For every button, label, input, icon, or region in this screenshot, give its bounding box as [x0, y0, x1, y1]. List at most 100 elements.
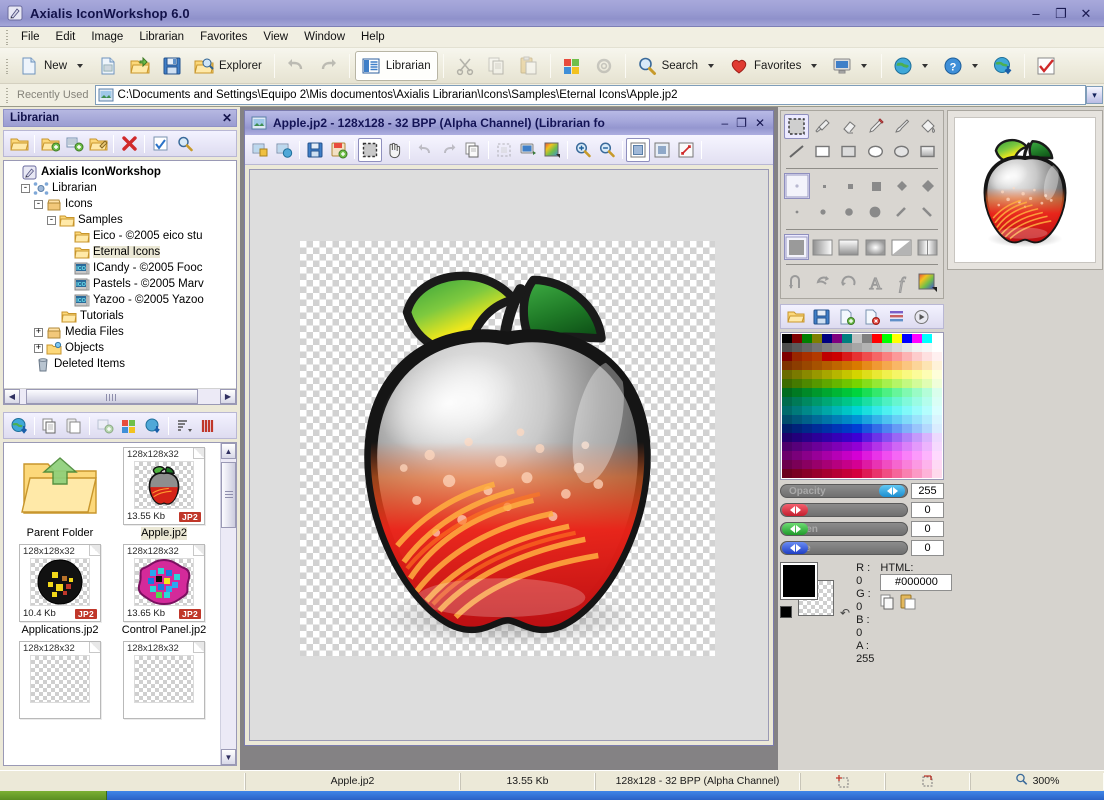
palette-swatch[interactable] [782, 370, 792, 379]
palette-swatch[interactable] [912, 442, 922, 451]
preview-button[interactable] [516, 138, 540, 162]
doc-copy-button[interactable] [461, 138, 485, 162]
brush-round-5px[interactable] [836, 199, 861, 225]
palette-swatch[interactable] [842, 406, 852, 415]
palette-swatch[interactable] [812, 451, 822, 460]
palette-swatch[interactable] [782, 442, 792, 451]
palette-swatch[interactable] [862, 406, 872, 415]
palette-swatch[interactable] [892, 334, 902, 343]
color-depth-button[interactable] [540, 138, 564, 162]
tree-hscroll-track[interactable] [20, 389, 220, 404]
menu-help[interactable]: Help [353, 29, 393, 45]
palette-swatch[interactable] [922, 397, 932, 406]
palette-swatch[interactable] [882, 415, 892, 424]
palette-swatch[interactable] [902, 442, 912, 451]
color-palette[interactable] [780, 332, 944, 480]
rotate-flip-icon-button[interactable] [784, 269, 809, 295]
palette-swatch[interactable] [912, 451, 922, 460]
palette-swatch[interactable] [822, 415, 832, 424]
palette-swatch[interactable] [922, 451, 932, 460]
open-library-button[interactable] [7, 132, 31, 155]
brush-square-2px[interactable] [837, 173, 862, 199]
palette-swatch[interactable] [822, 352, 832, 361]
paste-color-icon[interactable] [900, 594, 916, 613]
minimize-button[interactable]: – [1028, 6, 1044, 21]
palette-swatch[interactable] [932, 370, 942, 379]
opacity-slider[interactable]: Opacity [780, 484, 908, 498]
new-palette-button[interactable] [834, 305, 858, 328]
opacity-slider-knob[interactable] [879, 485, 905, 497]
thumbnail-item[interactable]: 128x128x32 [8, 641, 112, 719]
palette-swatch[interactable] [882, 433, 892, 442]
palette-swatch[interactable] [852, 442, 862, 451]
palette-swatch[interactable] [842, 442, 852, 451]
palette-swatch[interactable] [852, 451, 862, 460]
address-input[interactable]: C:\Documents and Settings\Equipo 2\Mis d… [94, 85, 1086, 105]
address-dropdown-button[interactable]: ▾ [1086, 86, 1103, 104]
html-color-input[interactable]: #000000 [880, 574, 953, 591]
palette-swatch[interactable] [832, 451, 842, 460]
color-picker-icon-button[interactable] [915, 269, 940, 295]
palette-swatch[interactable] [782, 433, 792, 442]
palette-swatch[interactable] [922, 352, 932, 361]
red-slider[interactable]: Red [780, 503, 908, 517]
menu-file[interactable]: File [13, 29, 48, 45]
paste-button[interactable] [513, 51, 545, 81]
palette-swatch[interactable] [802, 433, 812, 442]
palette-swatch[interactable] [932, 361, 942, 370]
properties-button[interactable] [148, 132, 172, 155]
palette-swatch[interactable] [792, 415, 802, 424]
palette-swatch[interactable] [852, 388, 862, 397]
palette-swatch[interactable] [802, 442, 812, 451]
default-colors-icon[interactable] [780, 606, 792, 618]
sort-palette-button[interactable] [884, 305, 908, 328]
document-minimize-button[interactable]: – [721, 117, 728, 129]
thumb-paste-button[interactable] [62, 414, 86, 437]
palette-swatch[interactable] [802, 397, 812, 406]
palette-swatch[interactable] [922, 469, 932, 478]
palette-swatch[interactable] [882, 397, 892, 406]
palette-swatch[interactable] [832, 424, 842, 433]
palette-swatch[interactable] [872, 433, 882, 442]
palette-swatch[interactable] [882, 424, 892, 433]
thumb-export-button[interactable] [141, 414, 165, 437]
palette-swatch[interactable] [802, 460, 812, 469]
tree-hscroll-thumb[interactable] [26, 389, 198, 404]
copy-button[interactable] [481, 51, 513, 81]
palette-swatch[interactable] [912, 352, 922, 361]
palette-swatch[interactable] [892, 451, 902, 460]
search-button[interactable]: Search [631, 51, 723, 81]
select-rect-button[interactable] [358, 137, 382, 162]
palette-swatch[interactable] [812, 379, 822, 388]
crop-button[interactable] [492, 138, 516, 162]
search-chevron-down-icon[interactable] [708, 63, 715, 68]
palette-swatch[interactable] [782, 406, 792, 415]
copy-color-icon[interactable] [880, 594, 896, 613]
palette-swatch[interactable] [872, 451, 882, 460]
line-tool[interactable] [784, 139, 809, 164]
settings-button[interactable] [588, 51, 620, 81]
palette-swatch[interactable] [862, 361, 872, 370]
palette-swatch[interactable] [802, 388, 812, 397]
palette-swatch[interactable] [782, 343, 792, 352]
palette-swatch[interactable] [932, 451, 942, 460]
palette-swatch[interactable] [872, 469, 882, 478]
palette-swatch[interactable] [862, 433, 872, 442]
palette-swatch[interactable] [902, 352, 912, 361]
palette-swatch[interactable] [862, 415, 872, 424]
palette-swatch[interactable] [792, 334, 802, 343]
green-slider[interactable]: Green [780, 522, 908, 536]
solid-fill-style[interactable] [784, 234, 810, 260]
palette-swatch[interactable] [922, 361, 932, 370]
brush-round-7px[interactable] [862, 199, 887, 225]
palette-swatch[interactable] [902, 361, 912, 370]
palette-swatch[interactable] [842, 379, 852, 388]
palette-swatch[interactable] [932, 442, 942, 451]
redo-button[interactable] [312, 51, 344, 81]
tree-item-media-files[interactable]: + Media Files [8, 324, 236, 340]
menu-image[interactable]: Image [83, 29, 131, 45]
palette-swatch[interactable] [782, 361, 792, 370]
tree-item-axialis-iconworkshop[interactable]: Axialis IconWorkshop [8, 164, 236, 180]
tree-item-deleted-items[interactable]: Deleted Items [8, 356, 236, 372]
palette-swatch[interactable] [832, 334, 842, 343]
